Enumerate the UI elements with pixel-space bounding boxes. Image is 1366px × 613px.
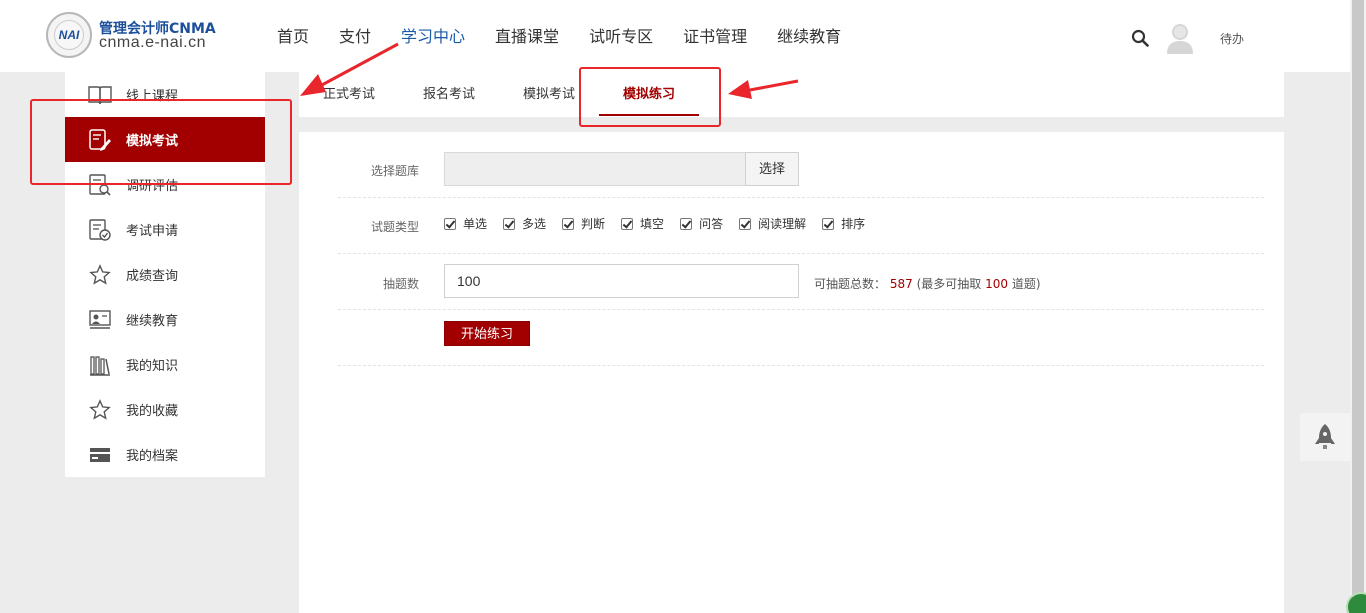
education-icon bbox=[88, 308, 112, 332]
question-type-checkboxes: 单选 多选 判断 填空 问答 阅读理解 排序 bbox=[444, 215, 881, 232]
sidebar-item-label: 我的档案 bbox=[126, 449, 179, 464]
sidebar-item-exam-application[interactable]: 考试申请 bbox=[65, 207, 265, 252]
annotation-box-sidebar bbox=[30, 99, 292, 185]
library-icon bbox=[88, 353, 112, 377]
form-divider bbox=[338, 365, 1264, 366]
nav-home[interactable]: 首页 bbox=[262, 0, 324, 72]
form-divider bbox=[338, 197, 1264, 198]
main-nav: 首页 支付 学习中心 直播课堂 试听专区 证书管理 继续教育 bbox=[262, 0, 856, 72]
checkbox-checked-icon[interactable] bbox=[621, 217, 634, 230]
question-bank-input[interactable] bbox=[444, 152, 746, 186]
application-icon bbox=[88, 218, 112, 242]
max-count: 100 bbox=[985, 277, 1008, 291]
form-divider bbox=[338, 253, 1264, 254]
nav-continuing-education[interactable]: 继续教育 bbox=[762, 0, 856, 72]
exam-tabs: 正式考试 报名考试 模拟考试 模拟练习 bbox=[299, 72, 1284, 117]
sidebar-item-label: 我的知识 bbox=[126, 359, 179, 374]
rocket-icon bbox=[1315, 424, 1335, 449]
checkbox-true-false[interactable]: 判断 bbox=[562, 215, 605, 232]
corner-badge-icon[interactable] bbox=[1346, 592, 1366, 613]
sidebar-item-score-query[interactable]: 成绩查询 bbox=[65, 252, 265, 297]
question-count-label: 抽题数 bbox=[382, 277, 419, 291]
sidebar-item-my-favorites[interactable]: 我的收藏 bbox=[65, 387, 265, 432]
nav-learning-center[interactable]: 学习中心 bbox=[386, 0, 480, 72]
checkbox-checked-icon[interactable] bbox=[822, 217, 835, 230]
nav-certificate[interactable]: 证书管理 bbox=[668, 0, 762, 72]
practice-form-panel bbox=[299, 132, 1284, 613]
checkbox-reading[interactable]: 阅读理解 bbox=[739, 215, 806, 232]
logo-emblem: NAI bbox=[54, 20, 84, 50]
question-count-info: 可抽题总数： 587 (最多可抽取 100 道题) bbox=[814, 275, 1041, 292]
checkbox-single-choice[interactable]: 单选 bbox=[444, 215, 487, 232]
max-suffix: 道题) bbox=[1011, 277, 1041, 291]
sidebar-item-label: 考试申请 bbox=[126, 224, 179, 239]
max-prefix: (最多可抽取 bbox=[916, 277, 982, 291]
question-bank-label: 选择题库 bbox=[370, 164, 419, 178]
checkbox-multiple-choice[interactable]: 多选 bbox=[503, 215, 546, 232]
user-avatar-icon[interactable] bbox=[1166, 22, 1194, 54]
card-icon bbox=[88, 443, 112, 467]
checkbox-fill-blank[interactable]: 填空 bbox=[621, 215, 664, 232]
sidebar-item-label: 我的收藏 bbox=[126, 404, 179, 419]
checkbox-checked-icon[interactable] bbox=[444, 217, 456, 230]
star-icon bbox=[88, 263, 112, 287]
select-bank-button[interactable]: 选择 bbox=[745, 152, 799, 186]
checkbox-qa[interactable]: 问答 bbox=[680, 215, 723, 232]
top-header: NAI 管理会计师CNMA cnma.e-nai.cn 首页 支付 学习中心 直… bbox=[0, 0, 1350, 72]
todo-link[interactable]: 待办 bbox=[1220, 30, 1244, 47]
brand-subtitle: cnma.e-nai.cn bbox=[99, 34, 206, 51]
checkbox-ordering[interactable]: 排序 bbox=[822, 215, 865, 232]
tab-formal-exam[interactable]: 正式考试 bbox=[299, 72, 399, 117]
star-icon bbox=[88, 398, 112, 422]
logo-text: NAI bbox=[58, 28, 80, 42]
checkbox-checked-icon[interactable] bbox=[739, 217, 752, 230]
total-count: 587 bbox=[889, 277, 913, 291]
back-to-top-button[interactable] bbox=[1300, 413, 1350, 461]
sidebar-item-label: 继续教育 bbox=[126, 314, 179, 329]
sidebar-item-label: 成绩查询 bbox=[126, 269, 179, 284]
nav-payment[interactable]: 支付 bbox=[324, 0, 386, 72]
nav-trial-zone[interactable]: 试听专区 bbox=[574, 0, 668, 72]
sidebar-item-my-archive[interactable]: 我的档案 bbox=[65, 432, 265, 477]
logo[interactable]: NAI bbox=[46, 12, 92, 58]
total-prefix: 可抽题总数： bbox=[814, 277, 887, 291]
question-type-label: 试题类型 bbox=[370, 220, 419, 234]
annotation-box-tab bbox=[579, 67, 721, 127]
form-divider bbox=[338, 309, 1264, 310]
sidebar-item-continuing-education[interactable]: 继续教育 bbox=[65, 297, 265, 342]
search-icon[interactable] bbox=[1131, 29, 1149, 47]
page-scrollbar-thumb[interactable] bbox=[1352, 0, 1364, 605]
nav-live-class[interactable]: 直播课堂 bbox=[480, 0, 574, 72]
checkbox-checked-icon[interactable] bbox=[562, 217, 575, 230]
sidebar-item-my-knowledge[interactable]: 我的知识 bbox=[65, 342, 265, 387]
checkbox-checked-icon[interactable] bbox=[503, 217, 516, 230]
checkbox-checked-icon[interactable] bbox=[680, 217, 693, 230]
question-count-input[interactable]: 100 bbox=[444, 264, 799, 298]
tab-registration-exam[interactable]: 报名考试 bbox=[399, 72, 499, 117]
start-practice-button[interactable]: 开始练习 bbox=[444, 321, 530, 346]
